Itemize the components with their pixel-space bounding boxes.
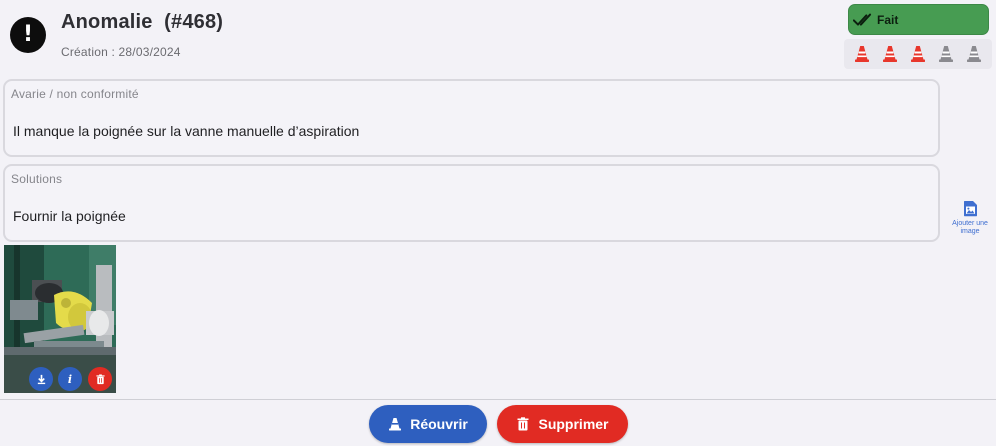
priority-cone-active-2[interactable] <box>882 45 898 63</box>
add-image-label-line1: Ajouter une <box>952 220 988 227</box>
add-image-icon <box>963 201 977 217</box>
damage-field[interactable]: Avarie / non conformité Il manque la poi… <box>3 79 940 157</box>
priority-cone-active-3[interactable] <box>910 45 926 63</box>
priority-cone-inactive-5[interactable] <box>966 45 982 63</box>
trash-icon <box>95 373 105 384</box>
download-icon <box>37 374 45 384</box>
photo-thumbnail[interactable]: i <box>4 245 116 393</box>
priority-cone-inactive-4[interactable] <box>938 45 954 63</box>
trash-icon <box>517 417 529 431</box>
add-image-button[interactable]: Ajouter une image <box>944 200 996 236</box>
damage-field-value[interactable]: Il manque la poignée sur la vanne manuel… <box>13 123 359 139</box>
status-label: Fait <box>877 12 899 27</box>
delete-label: Supprimer <box>538 416 609 432</box>
solutions-field[interactable]: Solutions Fournir la poignée <box>3 164 940 242</box>
page-title: Anomalie (#468) <box>61 11 224 33</box>
delete-button[interactable]: Supprimer <box>497 405 628 443</box>
add-image-label-line2: image <box>960 228 980 235</box>
info-icon: i <box>67 372 73 386</box>
header: ! Anomalie (#468) Création : 28/03/2024 … <box>0 0 996 74</box>
solutions-field-label: Solutions <box>11 172 63 186</box>
priority-rating[interactable] <box>844 39 992 69</box>
footer-divider <box>0 399 996 400</box>
delete-photo-button[interactable] <box>88 367 112 391</box>
priority-cone-active-1[interactable] <box>854 45 870 63</box>
status-button[interactable]: Fait <box>848 4 989 35</box>
damage-field-label: Avarie / non conformité <box>11 87 139 101</box>
reopen-button[interactable]: Réouvrir <box>369 405 487 443</box>
solutions-field-value[interactable]: Fournir la poignée <box>13 208 126 224</box>
traffic-cone-icon <box>389 418 402 431</box>
exclamation-circle-icon: ! <box>10 17 46 53</box>
download-photo-button[interactable] <box>29 367 53 391</box>
reopen-label: Réouvrir <box>410 416 468 432</box>
double-check-icon <box>853 13 872 26</box>
creation-date: Création : 28/03/2024 <box>61 45 181 59</box>
photo-info-button[interactable]: i <box>58 367 82 391</box>
